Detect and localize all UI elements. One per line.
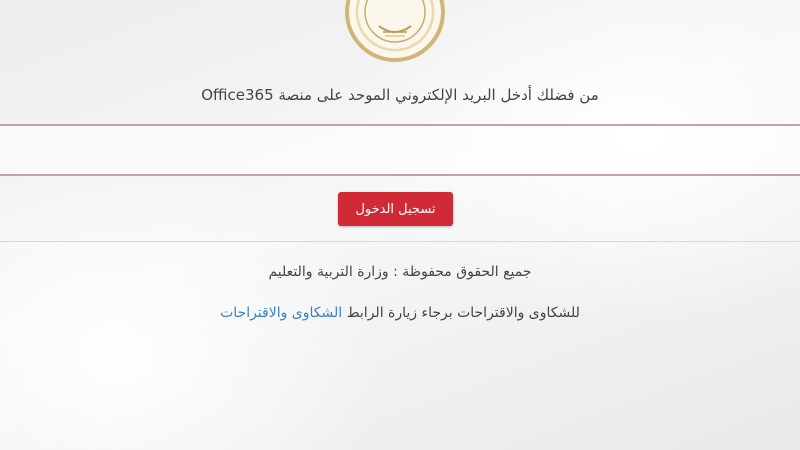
section-divider [0, 241, 800, 242]
login-button[interactable]: تسجيل الدخول [338, 192, 453, 226]
ministry-seal-icon [345, 0, 445, 62]
email-field[interactable] [0, 126, 800, 174]
email-field-container[interactable] [0, 124, 800, 176]
email-prompt-text: من فضلك أدخل البريد الإلكتروني الموحد عل… [201, 86, 599, 104]
complaints-text: للشكاوى والاقتراحات برجاء زيارة الرابط [346, 305, 580, 321]
complaints-link[interactable]: الشكاوى والاقتراحات [220, 305, 342, 321]
complaints-line: للشكاوى والاقتراحات برجاء زيارة الرابط ا… [0, 305, 800, 321]
copyright-text: جميع الحقوق محفوظة : وزارة التربية والتع… [268, 264, 532, 280]
